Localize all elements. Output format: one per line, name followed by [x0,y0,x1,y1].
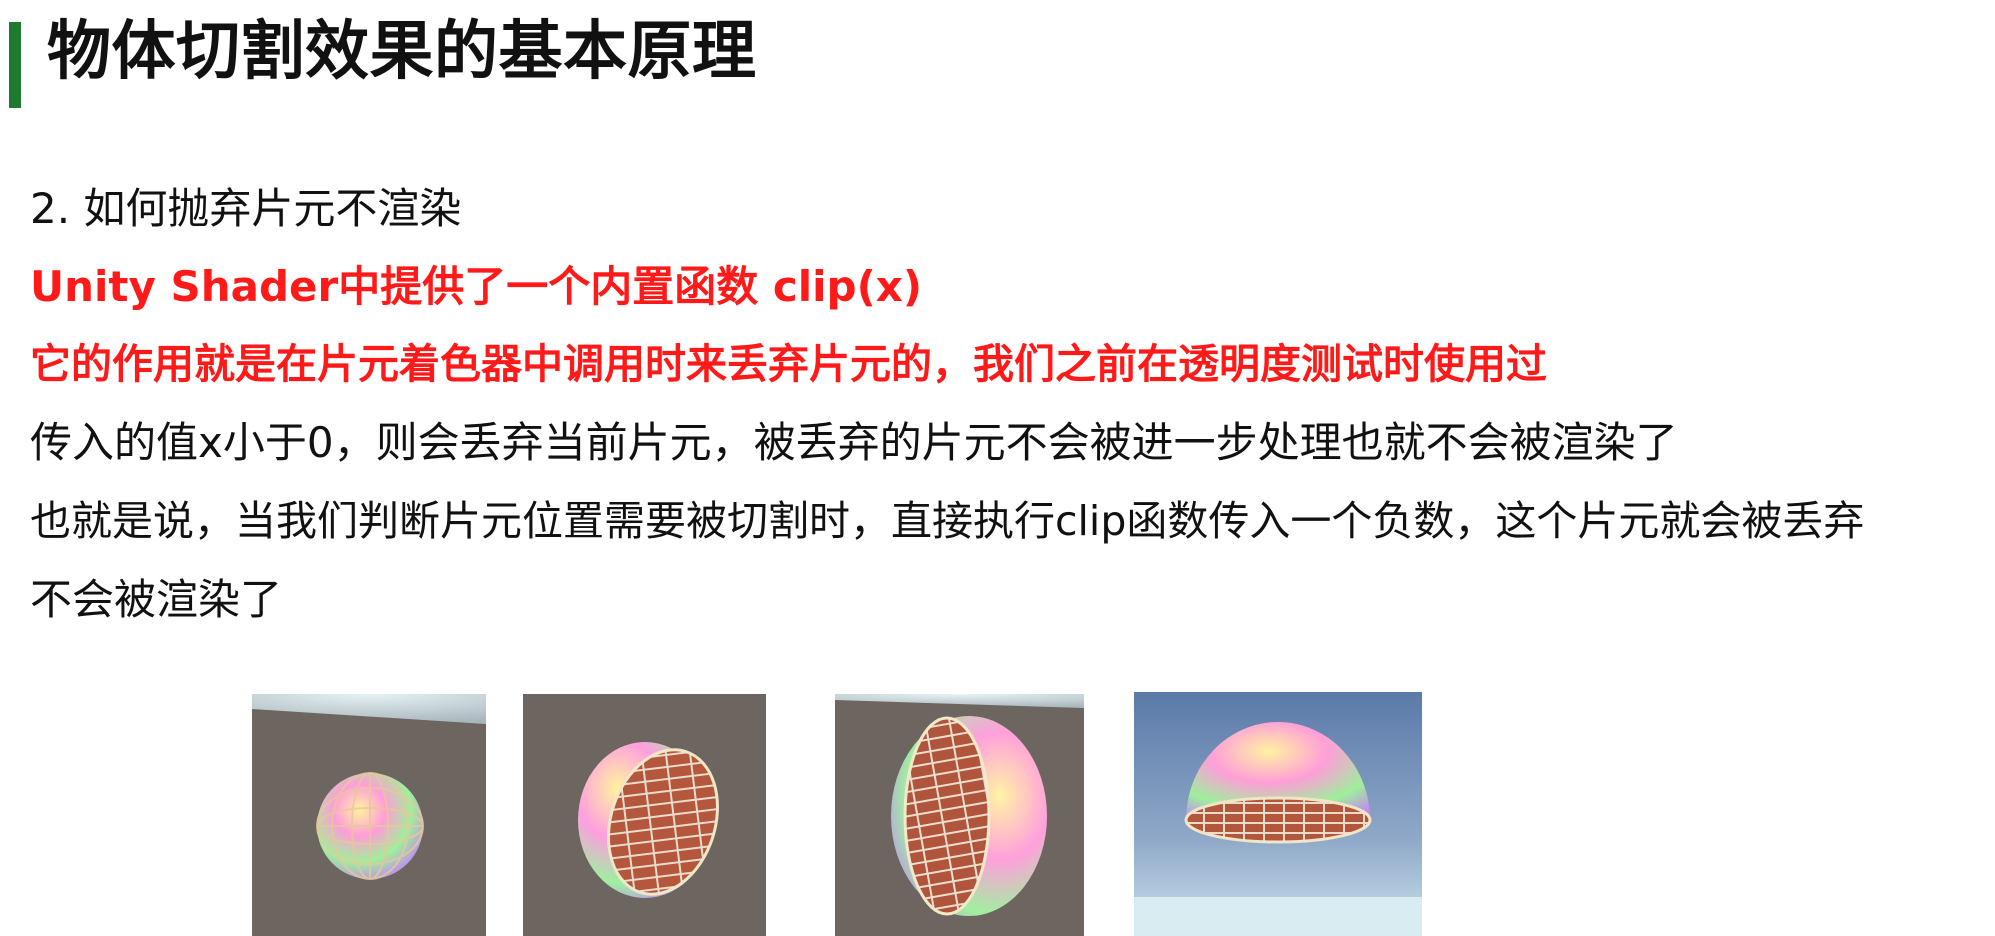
page-title: 物体切割效果的基本原理 [47,15,757,89]
sphere-full-image [252,694,486,936]
hemisphere-cut-image [1134,692,1422,936]
section-heading: 2. 如何抛弃片元不渲染 [30,184,462,233]
sphere-cut-vertical-image [835,694,1084,936]
highlight-line-clip-purpose: 它的作用就是在片元着色器中调用时来丢弃片元的，我们之前在透明度测试时使用过 [30,340,1547,388]
body-line-discard-rule: 传入的值x小于0，则会丢弃当前片元，被丢弃的片元不会被进一步处理也就不会被渲染了 [30,418,1678,467]
sphere-cut-diagonal-image [523,694,766,936]
title-accent-bar [9,22,21,108]
highlight-line-clip-function: Unity Shader中提供了一个内置函数 clip(x) [30,262,923,311]
body-line-continuation: 不会被渲染了 [30,575,283,624]
body-line-explanation: 也就是说，当我们判断片元位置需要被切割时，直接执行clip函数传入一个负数，这个… [30,497,1865,545]
